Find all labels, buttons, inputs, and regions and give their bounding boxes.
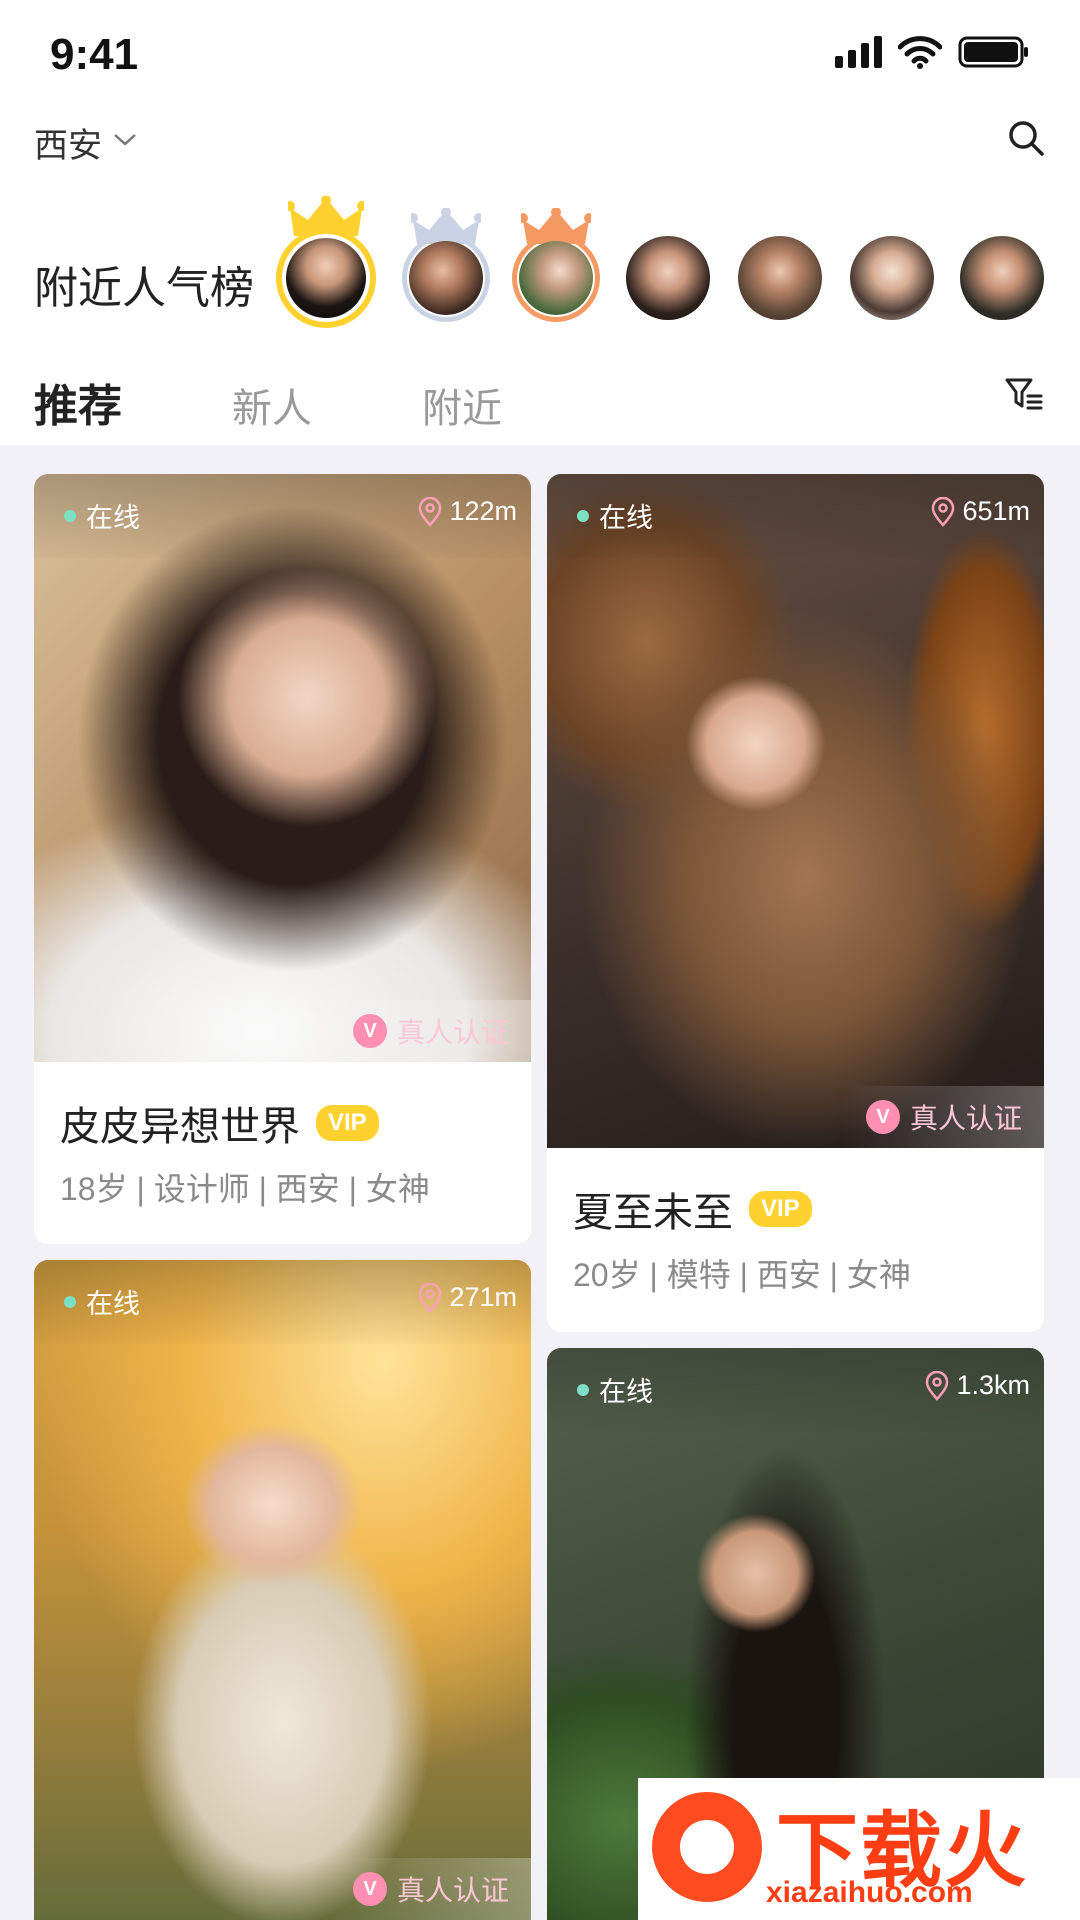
profile-photo: 在线 271m V 真人认证	[34, 1260, 531, 1920]
distance-value: 651m	[962, 496, 1030, 526]
verified-label: 真人认证	[909, 1103, 1022, 1134]
top-area: 9:41 西安 附近人气榜 推荐 新人 附近	[0, 0, 1080, 445]
verified-heart-icon: V	[352, 1014, 387, 1048]
profile-name: 夏至未至	[573, 1191, 733, 1235]
location-pin-icon	[926, 1370, 949, 1401]
avatar	[626, 236, 710, 320]
avatar	[850, 236, 934, 320]
profile-card-1[interactable]: 在线 122m V 真人认证 皮皮异想世界 VIP 18岁 | 设计师 | 西安…	[34, 474, 531, 1244]
online-dot-icon	[577, 1383, 589, 1396]
popular-avatar-5[interactable]	[738, 236, 822, 320]
distance: 271m	[417, 1282, 517, 1313]
chevron-down-icon	[112, 131, 138, 154]
watermark-logo-icon	[652, 1792, 762, 1902]
distance: 651m	[930, 496, 1030, 527]
battery-icon	[958, 35, 1030, 69]
popular-avatar-3[interactable]	[512, 207, 600, 322]
distance-value: 1.3km	[956, 1370, 1030, 1400]
tab-bar: 推荐 新人 附近	[34, 370, 612, 434]
online-dot-icon	[577, 509, 589, 522]
verified-badge: V 真人认证	[328, 1000, 531, 1062]
filter-icon[interactable]	[1004, 376, 1044, 417]
online-status: 在线	[577, 1370, 653, 1409]
avatar	[409, 241, 483, 315]
profile-meta: 20岁 | 模特 | 西安 | 女神	[573, 1257, 911, 1293]
online-status: 在线	[64, 496, 140, 535]
city-selector[interactable]: 西安	[34, 118, 138, 167]
status-icons	[835, 32, 1030, 72]
verified-badge: V 真人认证	[328, 1858, 531, 1920]
search-icon[interactable]	[1006, 118, 1046, 163]
watermark-url: xiazaihuo.com	[766, 1876, 973, 1909]
verified-badge: V 真人认证	[841, 1086, 1044, 1148]
watermark: 下载火 xiazaihuo.com	[638, 1778, 1080, 1920]
distance: 1.3km	[924, 1370, 1030, 1401]
profile-meta: 18岁 | 设计师 | 西安 | 女神	[60, 1171, 430, 1207]
popular-avatar-2[interactable]	[402, 207, 490, 322]
distance-value: 122m	[449, 496, 517, 526]
profile-card-2[interactable]: 在线 651m V 真人认证 夏至未至 VIP 20岁 | 模特 | 西安 | …	[547, 474, 1044, 1332]
popular-title: 附近人气榜	[34, 264, 254, 313]
avatar	[960, 236, 1044, 320]
online-label: 在线	[599, 1377, 653, 1407]
online-status: 在线	[577, 496, 653, 535]
wifi-icon	[898, 35, 942, 69]
location-pin-icon	[419, 1282, 442, 1313]
location-pin-icon	[419, 496, 442, 527]
distance: 122m	[417, 496, 517, 527]
tab-new[interactable]: 新人	[232, 376, 312, 434]
status-time: 9:41	[50, 30, 139, 79]
popular-avatar-6[interactable]	[850, 236, 934, 320]
profile-photo: 在线 122m V 真人认证	[34, 474, 531, 1062]
online-label: 在线	[86, 503, 140, 533]
online-status: 在线	[64, 1282, 140, 1321]
popular-avatar-4[interactable]	[626, 236, 710, 320]
location-pin-icon	[932, 496, 955, 527]
popular-avatar-7[interactable]	[960, 236, 1044, 320]
online-label: 在线	[599, 503, 653, 533]
tab-recommend[interactable]: 推荐	[34, 370, 122, 434]
verified-label: 真人认证	[396, 1875, 509, 1906]
popular-avatar-1[interactable]	[276, 195, 376, 328]
signal-icon	[835, 36, 882, 68]
vip-badge: VIP	[749, 1191, 812, 1227]
online-dot-icon	[64, 1295, 76, 1308]
avatar	[738, 236, 822, 320]
avatar	[519, 241, 593, 315]
online-label: 在线	[86, 1289, 140, 1319]
profile-card-3[interactable]: 在线 271m V 真人认证	[34, 1260, 531, 1920]
verified-heart-icon: V	[352, 1872, 387, 1906]
vip-badge: VIP	[316, 1105, 379, 1141]
online-dot-icon	[64, 509, 76, 522]
profile-name: 皮皮异想世界	[60, 1105, 300, 1149]
verified-heart-icon: V	[865, 1100, 900, 1134]
distance-value: 271m	[449, 1282, 517, 1312]
verified-label: 真人认证	[396, 1017, 509, 1048]
profile-photo: 在线 651m V 真人认证	[547, 474, 1044, 1148]
avatar	[286, 238, 366, 318]
city-name: 西安	[34, 127, 102, 165]
tab-nearby[interactable]: 附近	[422, 376, 502, 434]
